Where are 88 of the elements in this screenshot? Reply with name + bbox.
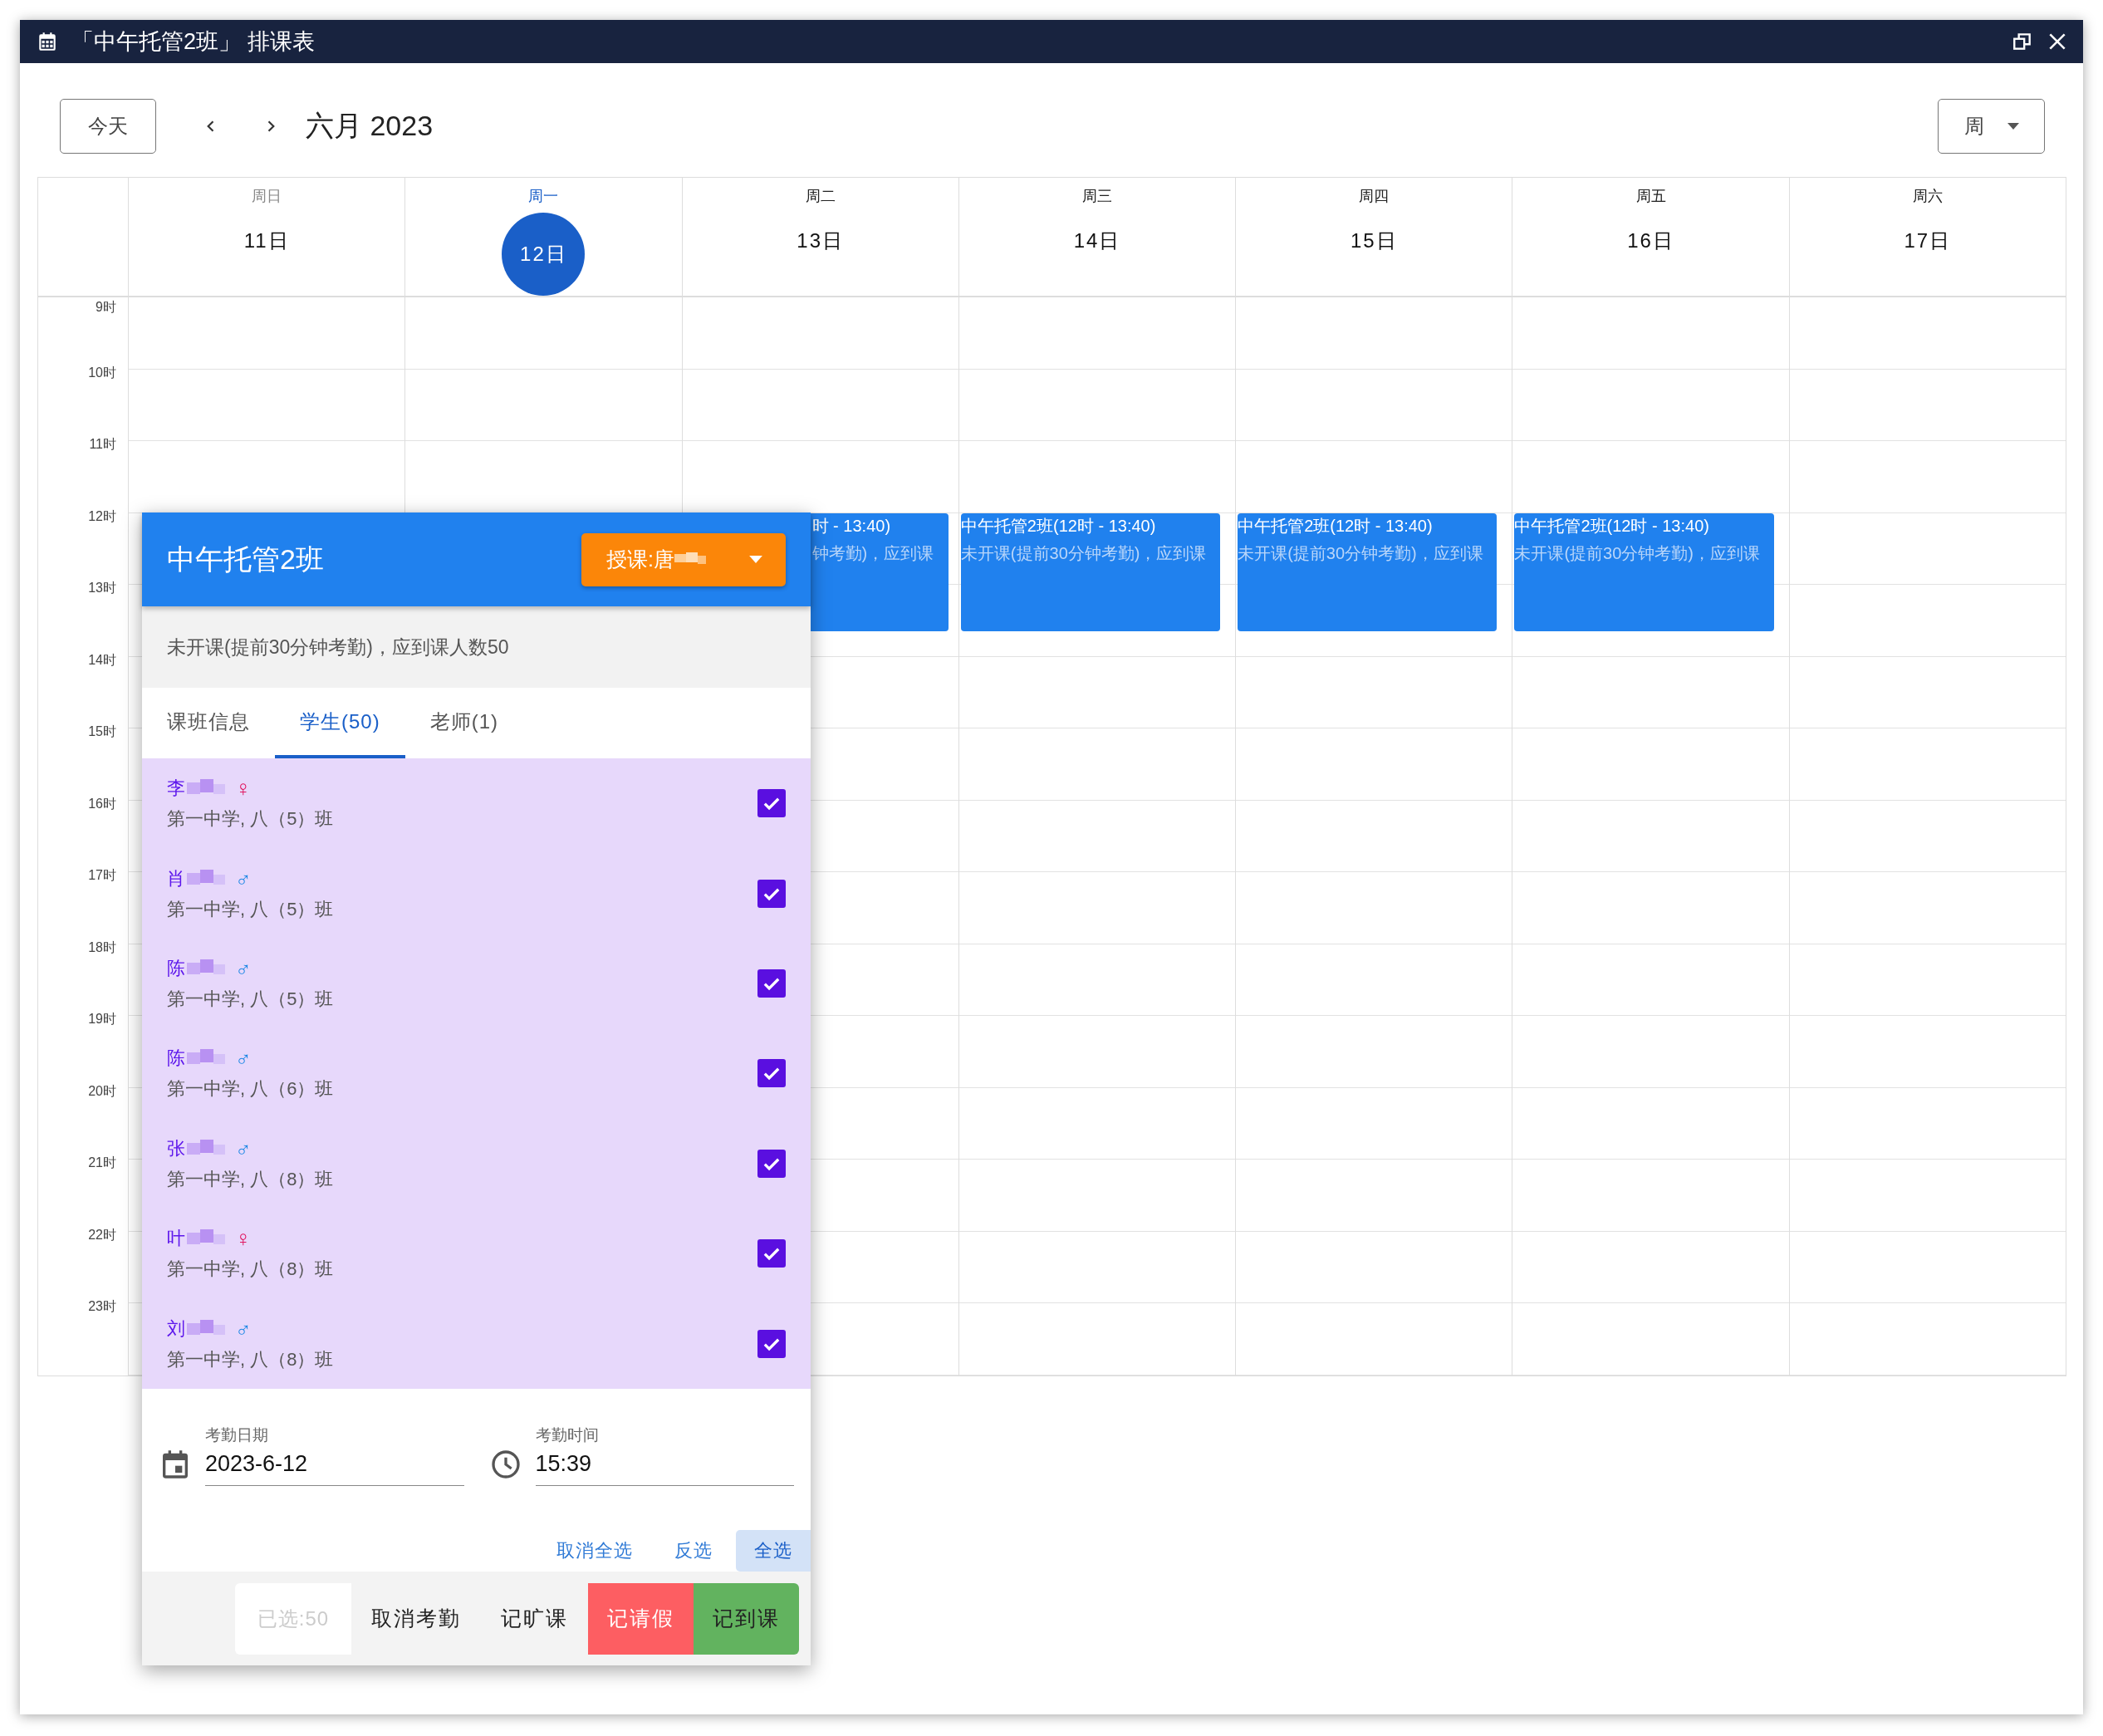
event-detail: 未开课(提前30分钟考勤)，应到课 [1514,543,1760,564]
today-button[interactable]: 今天 [60,98,156,154]
checkbox[interactable] [757,1149,786,1178]
school-class: 第一中学, 八（5）班 [167,897,335,921]
hour-label: 22时 [88,1226,116,1243]
event-block[interactable]: 中午托管2班(12时 - 13:40) 未开课(提前30分钟考勤)，应到课 [960,513,1221,631]
hour-label: 9时 [96,299,116,316]
hour-label: 18时 [88,939,116,956]
select-link[interactable]: 取消全选 [538,1530,651,1572]
date-label[interactable]: 16日 [1627,228,1674,254]
field-label: 考勤日期 [205,1425,269,1445]
hour-label: 21时 [88,1155,116,1171]
student-name: 叶 [167,1227,185,1251]
caret-icon [2007,122,2019,130]
popup-title: 中午托管2班 [167,542,324,576]
gender-symbol: ♂ [235,867,252,890]
gender-symbol: ♀ [235,777,252,800]
checkbox[interactable] [757,789,786,818]
school-class: 第一中学, 八（8）班 [167,1347,335,1371]
checkbox[interactable] [757,1059,786,1088]
tab[interactable]: 老师(1) [404,688,524,758]
input-field[interactable]: 15:39 [535,1446,794,1486]
weekday-label: 周四 [1359,187,1390,206]
input-field[interactable]: 2023-6-12 [205,1446,464,1486]
gender-symbol: ♂ [235,1047,252,1070]
view-select[interactable]: 周 [1938,98,2045,154]
gender-symbol: ♂ [235,1137,252,1160]
student-name: 陈 [167,956,185,980]
hour-label: 16时 [88,795,116,812]
hour-label: 11时 [89,436,116,453]
hour-label: 14时 [88,651,116,669]
hour-label: 12时 [88,508,116,525]
hour-label: 17时 [88,867,116,884]
weekday-label: 周二 [805,187,836,206]
checkbox[interactable] [757,1239,786,1268]
date-label[interactable]: 15日 [1350,228,1398,254]
student-name: 肖 [167,866,185,890]
checkbox[interactable] [757,969,786,998]
event-block[interactable]: 中午托管2班(12时 - 13:40) 未开课(提前30分钟考勤)，应到课 [1238,513,1498,631]
event-block[interactable]: 中午托管2班(12时 - 13:40) 未开课(提前30分钟考勤)，应到课 [1514,513,1774,631]
event-title: 中午托管2班(12时 - 13:40) [960,516,1156,537]
school-class: 第一中学, 八（5）班 [167,987,335,1011]
hour-label: 19时 [88,1011,116,1027]
month-title: 六月 2023 [306,108,434,143]
checkbox[interactable] [757,879,786,908]
status-text: 未开课(提前30分钟考勤)，应到课人数50 [142,606,811,688]
caret-icon [749,556,762,563]
weekday-label: 周日 [252,187,282,206]
event-title: 时 - 13:40) [811,516,891,537]
event-title: 中午托管2班(12时 - 13:40) [1238,516,1433,537]
weekday-label: 周一 [528,187,559,206]
event-detail: 未开课(提前30分钟考勤)，应到课 [1238,543,1483,564]
hour-label: 20时 [88,1082,116,1100]
school-class: 第一中学, 八（8）班 [167,1167,335,1191]
window-title: 「中午托管2班」 排课表 [71,28,315,56]
calendar-icon [37,31,58,52]
event-detail: 未开课(提前30分钟考勤)，应到课 [960,543,1207,564]
event-title: 中午托管2班(12时 - 13:40) [1514,516,1709,537]
gender-symbol: ♀ [235,1228,252,1250]
school-class: 第一中学, 八（5）班 [167,807,335,831]
select-link[interactable]: 反选 [656,1530,731,1572]
weekday-label: 周六 [1912,187,1943,206]
student-name: 陈 [167,1047,185,1071]
field-label: 考勤时间 [535,1425,600,1445]
tab[interactable]: 课班信息 [142,688,275,758]
event-detail: 钟考勤)，应到课 [811,543,934,564]
select-link[interactable]: 全选 [736,1530,811,1572]
school-class: 第一中学, 八（8）班 [167,1258,335,1282]
hour-label: 10时 [88,364,116,381]
hour-label: 15时 [88,723,116,740]
date-label[interactable]: 11日 [243,228,290,254]
date-label[interactable]: 13日 [797,228,845,254]
student-name: 刘 [167,1317,185,1341]
date-circle[interactable]: 12日 [502,213,586,296]
restore-icon[interactable] [2012,31,2033,52]
weekday-label: 周五 [1635,187,1666,206]
date-label[interactable]: 17日 [1904,228,1952,254]
hour-label: 23时 [88,1298,116,1315]
date-label[interactable]: 14日 [1073,228,1121,254]
gender-symbol: ♂ [235,957,252,979]
weekday-label: 周三 [1082,187,1112,206]
gender-symbol: ♂ [235,1317,252,1340]
student-name: 李 [167,777,185,801]
hour-label: 13时 [88,580,116,596]
student-name: 张 [167,1136,185,1160]
action-button[interactable]: 记到课 [694,1582,799,1655]
checkbox[interactable] [757,1329,786,1358]
school-class: 第一中学, 八（6）班 [167,1077,335,1101]
